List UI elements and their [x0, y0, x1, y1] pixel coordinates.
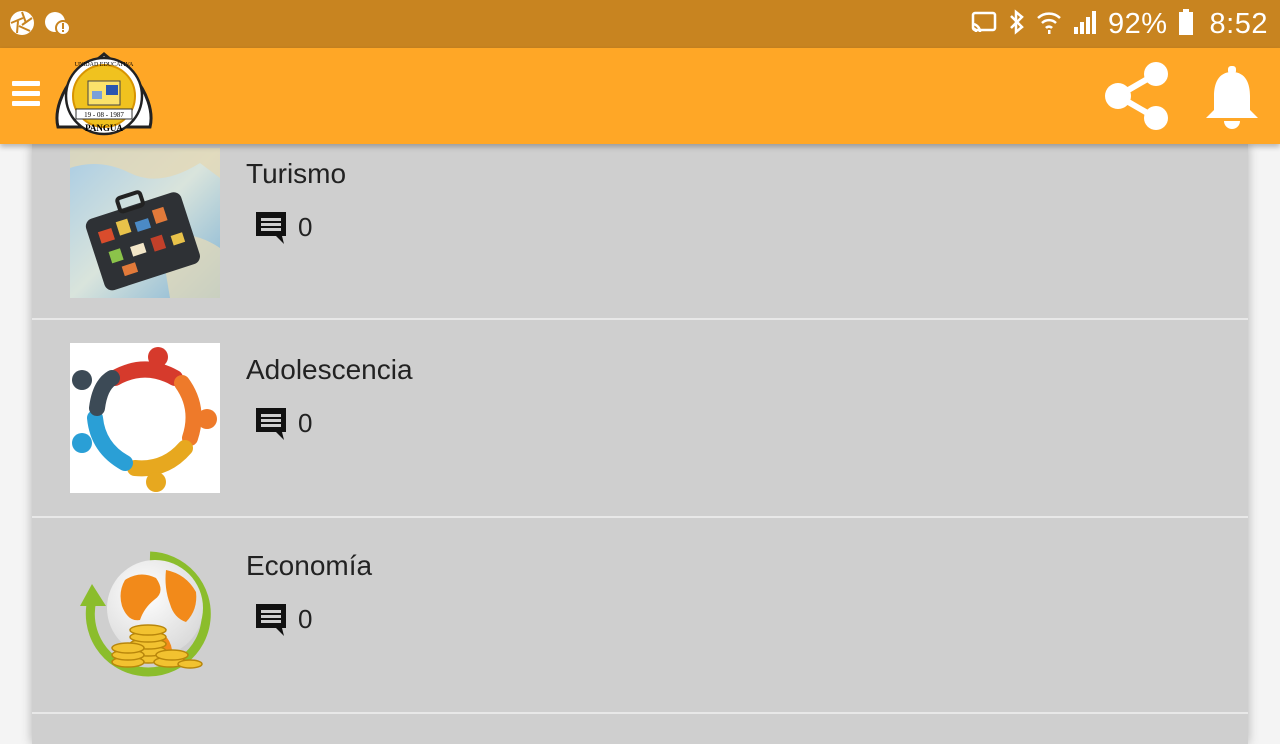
comment-icon — [256, 604, 286, 636]
status-bar: 92% 8:52 — [0, 0, 1280, 48]
cast-icon — [970, 10, 998, 39]
battery-percent: 92% — [1108, 7, 1168, 40]
comment-count: 0 — [298, 603, 313, 634]
comment-icon — [256, 408, 286, 440]
item-title: Adolescencia — [246, 354, 413, 385]
clock: 8:52 — [1209, 7, 1268, 40]
list-item-turismo[interactable]: Turismo 0 — [32, 124, 1248, 320]
aperture-icon — [8, 9, 36, 42]
menu-button[interactable] — [12, 76, 44, 116]
comment-counter: 0 — [254, 210, 312, 244]
menu-icon — [12, 81, 40, 86]
bluetooth-icon — [1008, 8, 1026, 40]
battery-icon — [1178, 8, 1194, 41]
adolescencia-thumbnail — [70, 343, 220, 493]
signal-icon — [1072, 9, 1098, 40]
list-item-adolescencia[interactable]: Adolescencia 0 — [32, 320, 1248, 518]
comment-counter: 0 — [254, 406, 312, 440]
comment-count: 0 — [298, 211, 313, 242]
bell-icon — [1206, 66, 1258, 129]
share-icon — [1105, 62, 1168, 130]
comment-count: 0 — [298, 407, 313, 438]
logo-date: 19 - 08 - 1987 — [84, 111, 124, 119]
notifications-button[interactable] — [1202, 64, 1262, 130]
wifi-icon — [1036, 9, 1062, 40]
share-button[interactable] — [1100, 60, 1174, 132]
comment-icon — [256, 212, 286, 244]
news-category-list: Turismo 0 Adolescencia 0 Economía 0 — [32, 144, 1248, 744]
school-logo[interactable]: 19 - 08 - 1987 PANGUA UNIDAD EDUCATIVA — [54, 51, 154, 141]
cloud-alert-icon — [42, 9, 72, 42]
item-title: Economía — [246, 550, 373, 581]
list-item-economia[interactable]: Economía 0 — [32, 516, 1248, 714]
economia-thumbnail — [70, 540, 220, 690]
item-title: Turismo — [246, 158, 347, 189]
app-bar: 19 - 08 - 1987 PANGUA UNIDAD EDUCATIVA — [0, 48, 1280, 144]
comment-counter: 0 — [254, 602, 312, 636]
turismo-thumbnail — [70, 148, 220, 298]
logo-top-text: UNIDAD EDUCATIVA — [75, 62, 134, 68]
logo-name: PANGUA — [85, 123, 123, 133]
